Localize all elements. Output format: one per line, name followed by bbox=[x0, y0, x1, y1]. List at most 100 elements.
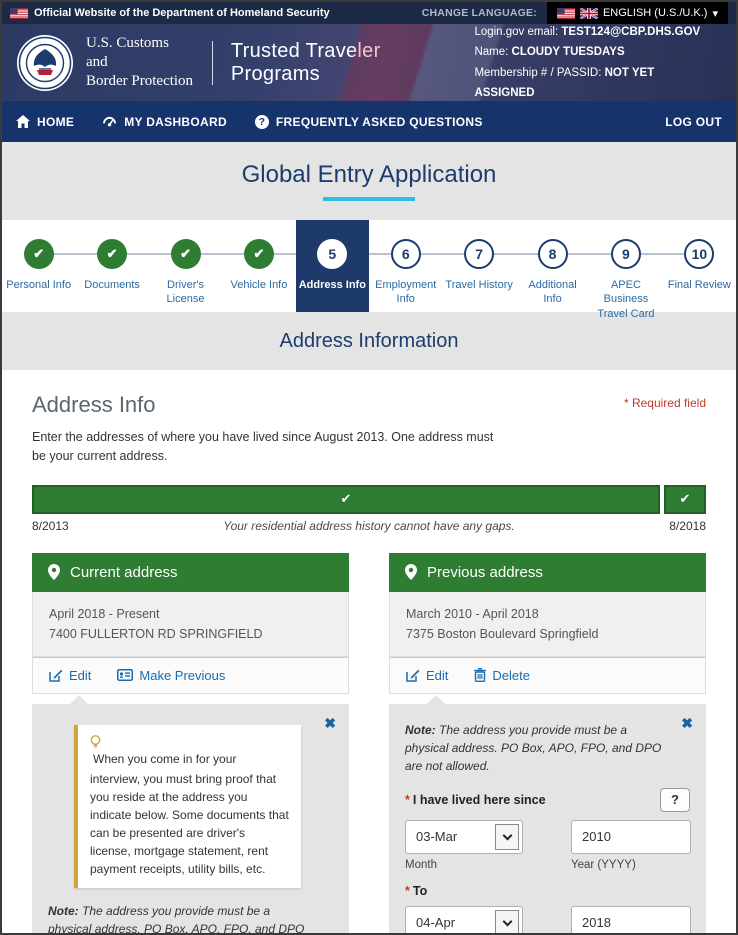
account-summary: Login.gov email: TEST124@CBP.DHS.GOV Nam… bbox=[474, 24, 722, 101]
pencil-icon bbox=[49, 668, 63, 682]
timeline-segment-previous: ✔ bbox=[32, 485, 660, 514]
edit-current-address-link[interactable]: Edit bbox=[49, 668, 91, 683]
to-month-select[interactable]: 04-Apr bbox=[405, 906, 523, 935]
required-field-note: * Required field bbox=[624, 396, 706, 410]
step-address-info-active[interactable]: 5 Address Info bbox=[296, 220, 369, 312]
step-additional-info[interactable]: 8 Additional Info bbox=[516, 220, 589, 312]
question-circle-icon: ? bbox=[255, 115, 269, 129]
step-final-review[interactable]: 10 Final Review bbox=[663, 220, 736, 312]
previous-address-card: Previous address March 2010 - April 2018… bbox=[389, 553, 706, 935]
application-stepper: ✔ Personal Info ✔ Documents ✔ Driver's L… bbox=[2, 220, 736, 312]
physical-address-note: Note: The address you provide must be a … bbox=[405, 721, 690, 775]
page-title: Global Entry Application bbox=[242, 161, 497, 189]
check-icon: ✔ bbox=[171, 239, 201, 269]
lightbulb-icon bbox=[90, 735, 289, 750]
language-selected-label: ENGLISH (U.S./U.K.) bbox=[603, 7, 708, 19]
previous-address-line: 7375 Boston Boulevard Springfield bbox=[406, 624, 689, 644]
since-month-select[interactable]: 03-Mar bbox=[405, 820, 523, 854]
to-year-input[interactable] bbox=[571, 906, 691, 935]
check-icon: ✔ bbox=[341, 491, 352, 507]
caret-down-icon: ▾ bbox=[712, 7, 718, 20]
title-accent-underline bbox=[323, 197, 415, 201]
step-number: 9 bbox=[611, 239, 641, 269]
edit-previous-address-link[interactable]: Edit bbox=[406, 668, 448, 683]
current-address-title: Current address bbox=[70, 564, 178, 581]
previous-address-date-range: March 2010 - April 2018 bbox=[406, 604, 689, 624]
uk-flag-icon bbox=[580, 8, 598, 19]
previous-address-title: Previous address bbox=[427, 564, 543, 581]
previous-address-header: Previous address bbox=[389, 553, 706, 592]
official-website-text: Official Website of the Department of Ho… bbox=[34, 7, 330, 19]
home-icon bbox=[16, 115, 30, 128]
lived-here-since-label: *I have lived here since bbox=[405, 793, 546, 807]
step-employment-info[interactable]: 6 Employment Info bbox=[369, 220, 442, 312]
current-address-date-range: April 2018 - Present bbox=[49, 604, 332, 624]
physical-address-note: Note: The address you provide must be a … bbox=[48, 902, 333, 935]
current-address-actions: Edit Make Previous bbox=[32, 657, 349, 694]
site-header: U.S. Customs and Border Protection Trust… bbox=[2, 24, 736, 101]
app-title: Trusted Traveler Programs bbox=[231, 40, 475, 86]
us-flag-icon bbox=[10, 8, 28, 19]
select-arrow-icon bbox=[495, 910, 519, 935]
map-pin-icon bbox=[48, 564, 60, 580]
since-year-input[interactable] bbox=[571, 820, 691, 854]
current-address-card: Current address April 2018 - Present 740… bbox=[32, 553, 349, 935]
timeline-gap-note: Your residential address history cannot … bbox=[69, 519, 670, 533]
nav-log-out[interactable]: LOG OUT bbox=[665, 115, 722, 129]
nav-faq[interactable]: ? FREQUENTLY ASKED QUESTIONS bbox=[255, 115, 483, 129]
dashboard-icon bbox=[102, 116, 117, 128]
make-previous-link[interactable]: Make Previous bbox=[117, 668, 225, 683]
check-icon: ✔ bbox=[24, 239, 54, 269]
month-label: Month bbox=[405, 859, 523, 871]
step-vehicle-info[interactable]: ✔ Vehicle Info bbox=[222, 220, 295, 312]
required-asterisk: * bbox=[405, 793, 410, 807]
trash-icon bbox=[474, 668, 486, 682]
check-icon: ✔ bbox=[680, 491, 691, 507]
step-number: 10 bbox=[684, 239, 714, 269]
app-window: Official Website of the Department of Ho… bbox=[0, 0, 738, 935]
step-number: 5 bbox=[317, 239, 347, 269]
current-address-line: 7400 FULLERTON RD SPRINGFIELD bbox=[49, 624, 332, 644]
required-asterisk: * bbox=[405, 884, 410, 898]
step-documents[interactable]: ✔ Documents bbox=[75, 220, 148, 312]
us-flag-icon bbox=[557, 8, 575, 19]
interview-proof-tooltip: When you come in for your interview, you… bbox=[74, 725, 301, 888]
to-label: *To bbox=[405, 884, 427, 898]
help-button[interactable]: ? bbox=[660, 788, 690, 812]
login-email-row: Login.gov email: TEST124@CBP.DHS.GOV bbox=[474, 24, 716, 42]
step-travel-history[interactable]: 7 Travel History bbox=[442, 220, 515, 312]
timeline-end-label: 8/2018 bbox=[669, 519, 706, 533]
nav-home[interactable]: HOME bbox=[16, 115, 74, 129]
current-address-edit-panel: ✖ When you come in for your interview, y… bbox=[32, 704, 349, 935]
step-apec-business-travel-card[interactable]: 9 APEC Business Travel Card bbox=[589, 220, 662, 312]
name-value: CLOUDY TUESDAYS bbox=[512, 46, 625, 58]
previous-address-actions: Edit Delete bbox=[389, 657, 706, 694]
main-nav: HOME MY DASHBOARD ? FREQUENTLY ASKED QUE… bbox=[2, 101, 736, 142]
name-row: Name: CLOUDY TUESDAYS bbox=[474, 42, 716, 62]
close-icon[interactable]: ✖ bbox=[681, 716, 693, 730]
cbp-seal-logo bbox=[16, 34, 74, 92]
delete-address-link[interactable]: Delete bbox=[474, 668, 530, 683]
close-icon[interactable]: ✖ bbox=[324, 716, 336, 730]
step-number: 7 bbox=[464, 239, 494, 269]
step-drivers-license[interactable]: ✔ Driver's License bbox=[149, 220, 222, 312]
step-personal-info[interactable]: ✔ Personal Info bbox=[2, 220, 75, 312]
address-info-description: Enter the addresses of where you have li… bbox=[32, 428, 502, 467]
membership-row: Membership # / PASSID: NOT YET ASSIGNED bbox=[474, 63, 716, 102]
address-info-heading: Address Info bbox=[32, 392, 156, 418]
nav-my-dashboard[interactable]: MY DASHBOARD bbox=[102, 115, 227, 129]
timeline-segment-current: ✔ bbox=[664, 485, 706, 514]
language-selector[interactable]: ENGLISH (U.S./U.K.) ▾ bbox=[547, 2, 728, 24]
current-address-header: Current address bbox=[32, 553, 349, 592]
check-icon: ✔ bbox=[244, 239, 274, 269]
map-pin-icon bbox=[405, 564, 417, 580]
page-title-band: Global Entry Application bbox=[2, 142, 736, 220]
step-number: 6 bbox=[391, 239, 421, 269]
previous-address-summary: March 2010 - April 2018 7375 Boston Boul… bbox=[389, 592, 706, 657]
dhs-top-bar: Official Website of the Department of Ho… bbox=[2, 2, 736, 24]
timeline-labels: 8/2013 Your residential address history … bbox=[32, 519, 706, 533]
agency-name: U.S. Customs and Border Protection bbox=[86, 34, 194, 90]
year-label: Year (YYYY) bbox=[571, 859, 691, 871]
address-info-content: Address Info * Required field Enter the … bbox=[2, 370, 736, 935]
current-address-summary: April 2018 - Present 7400 FULLERTON RD S… bbox=[32, 592, 349, 657]
